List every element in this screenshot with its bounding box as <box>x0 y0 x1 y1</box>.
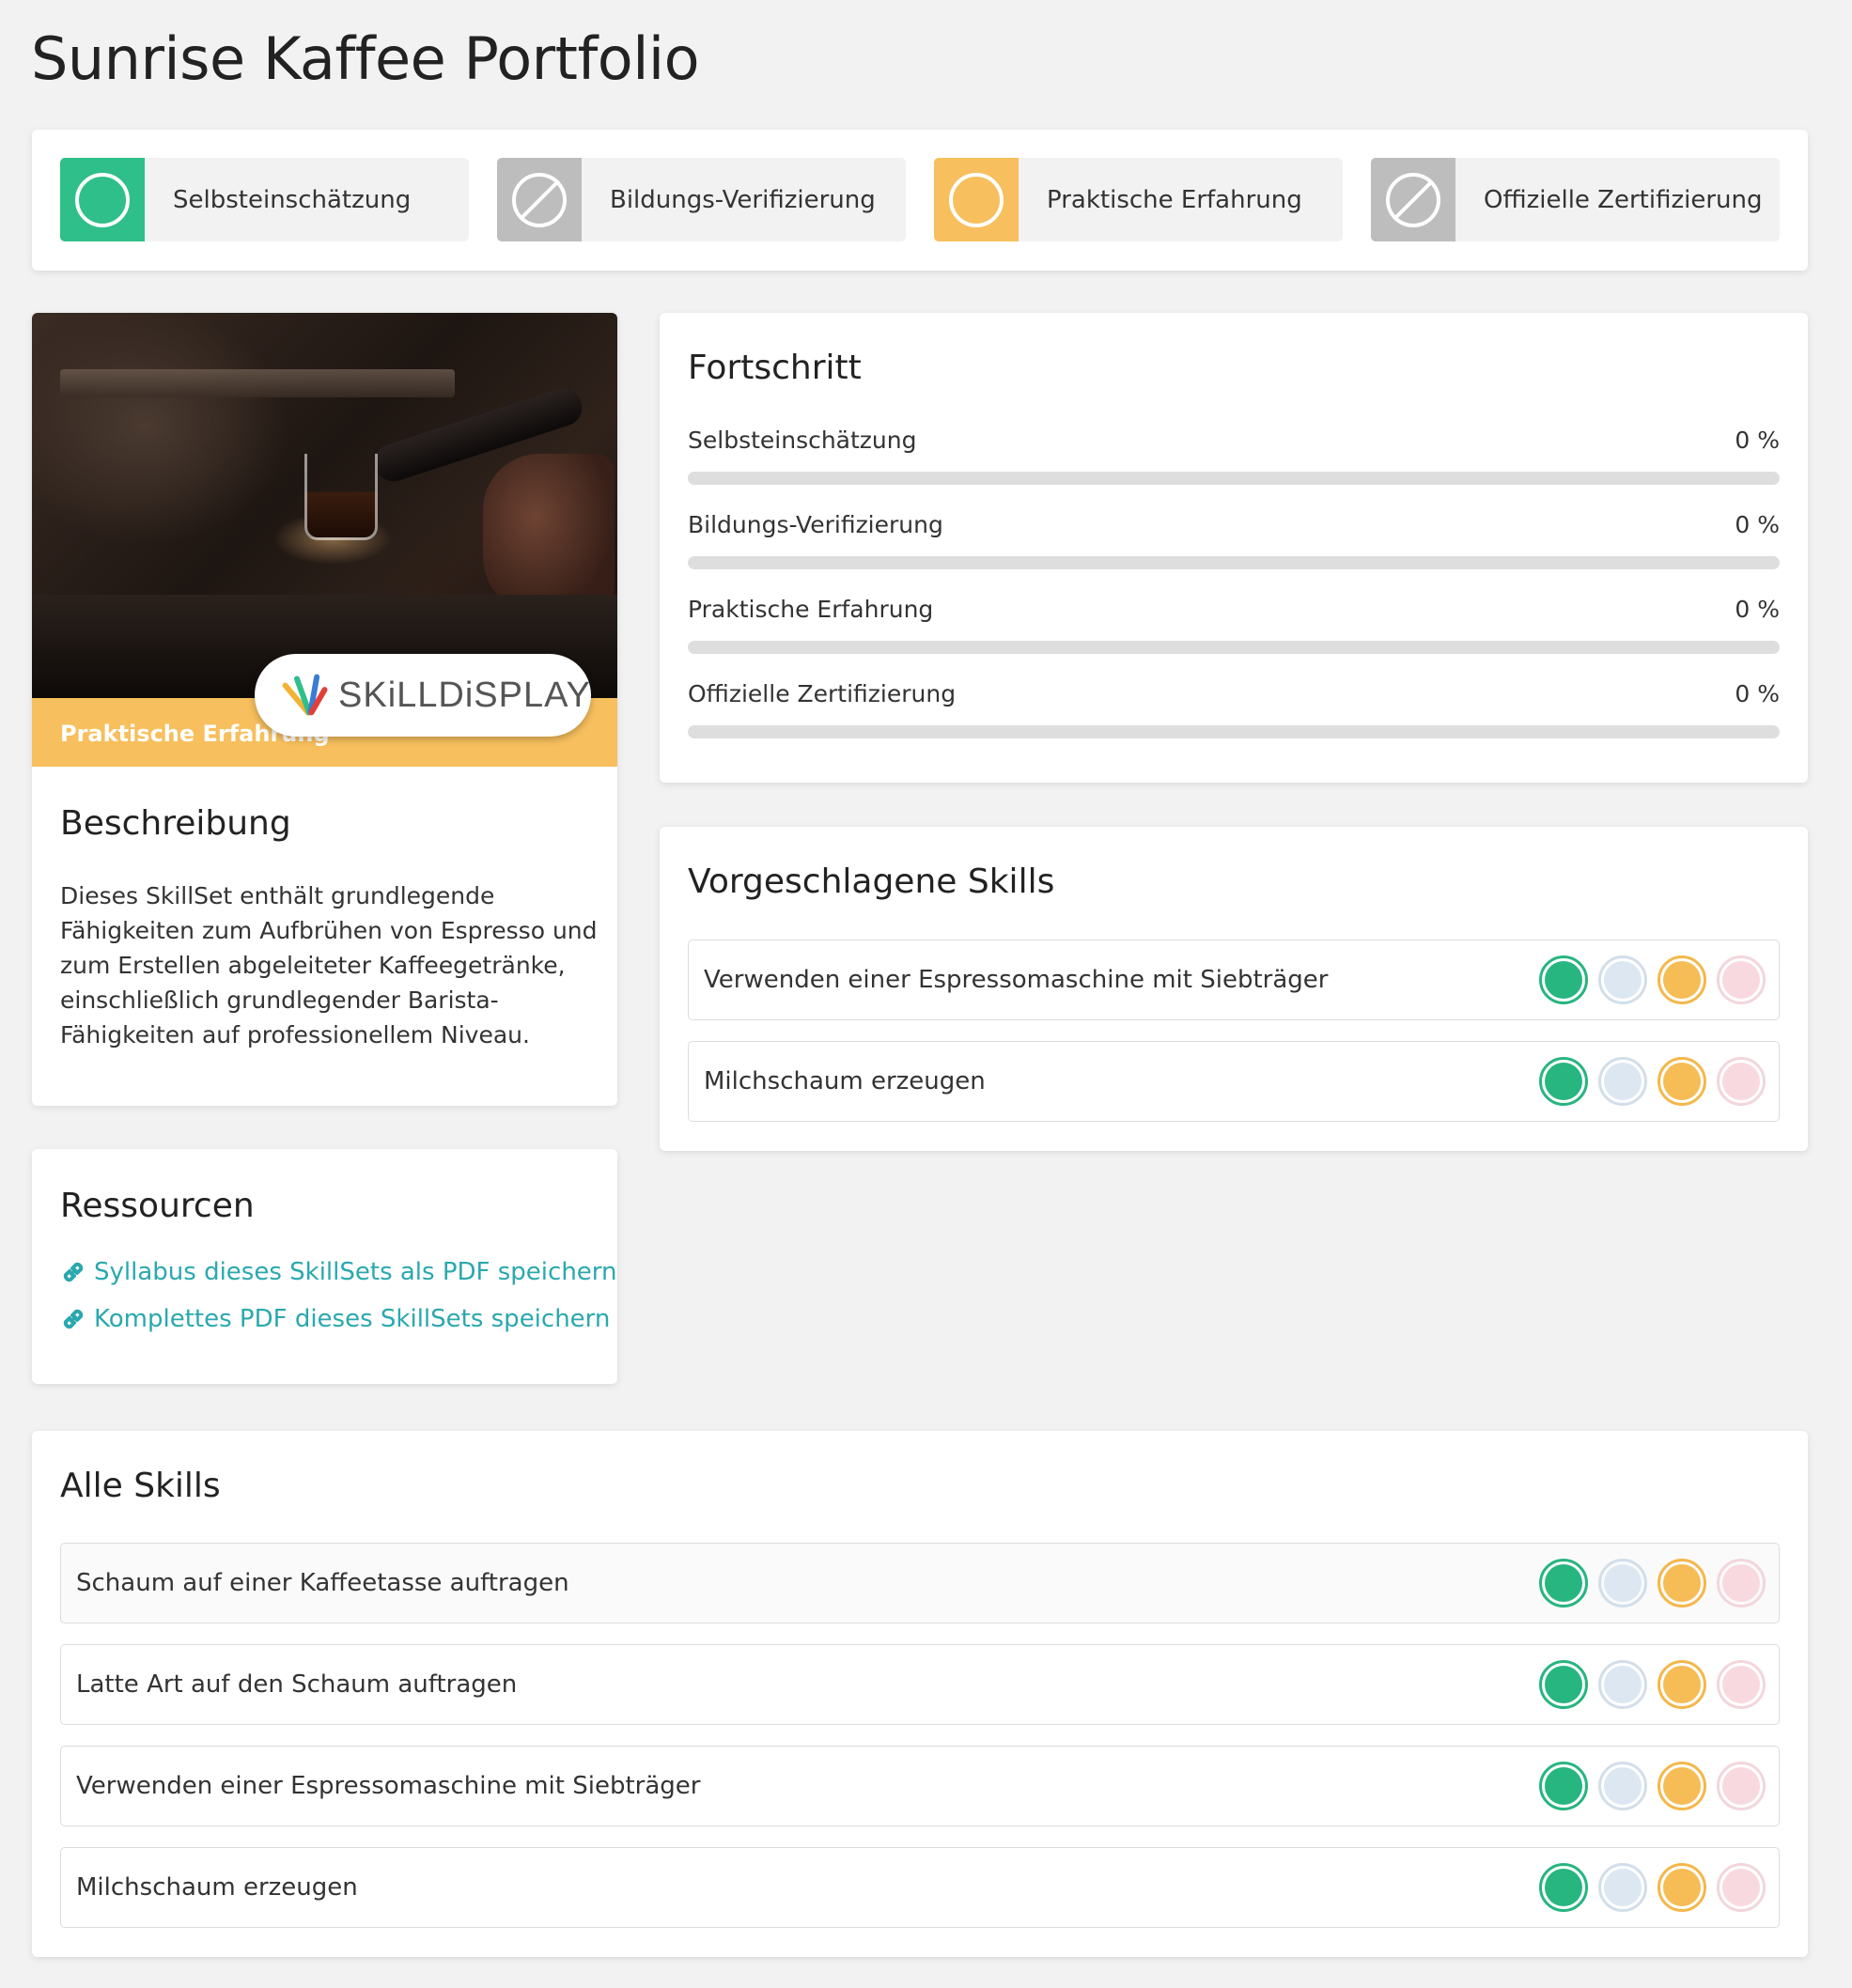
no-entry-icon <box>497 158 582 241</box>
skill-level-indicators <box>1539 1863 1766 1912</box>
skillset-card: Praktische Erfahrung SKiLLDiSPLAY Beschr… <box>32 313 617 1106</box>
practical-level-icon[interactable] <box>1657 1057 1706 1106</box>
progress-row-education: Bildungs-Verifizierung 0 % <box>688 511 1780 569</box>
skillset-hero-image <box>32 313 617 698</box>
suggested-skill-row[interactable]: Milchschaum erzeugen <box>688 1041 1780 1122</box>
progress-value: 0 % <box>1735 427 1780 454</box>
link-icon <box>60 1306 86 1332</box>
certification-level-icon[interactable] <box>1717 1660 1766 1709</box>
progress-label: Bildungs-Verifizierung <box>688 511 943 538</box>
skilldisplay-logo-text: SKiLLDiSPLAY <box>338 675 591 715</box>
full-pdf-link[interactable]: Komplettes PDF dieses SkillSets speicher… <box>60 1305 610 1333</box>
self-assessment-level-icon[interactable] <box>1539 1863 1588 1912</box>
skill-level-indicators <box>1539 1057 1766 1106</box>
skill-row[interactable]: Schaum auf einer Kaffeetasse auftragen <box>60 1543 1780 1623</box>
self-assessment-level-icon[interactable] <box>1539 1762 1588 1810</box>
practical-level-icon[interactable] <box>1657 1559 1706 1607</box>
certification-level-icon[interactable] <box>1717 1559 1766 1607</box>
resources-card: Ressourcen Syllabus dieses SkillSets als… <box>32 1149 617 1384</box>
progress-heading: Fortschritt <box>688 349 862 387</box>
progress-label: Offizielle Zertifizierung <box>688 680 957 707</box>
progress-value: 0 % <box>1735 680 1780 707</box>
link-icon <box>60 1259 86 1285</box>
education-level-icon[interactable] <box>1598 1660 1647 1709</box>
tile-label: Offizielle Zertifizierung <box>1484 185 1763 214</box>
education-level-icon[interactable] <box>1598 1559 1647 1607</box>
practical-level-icon[interactable] <box>1657 955 1706 1004</box>
syllabus-pdf-link-label: Syllabus dieses SkillSets als PDF speich… <box>94 1258 617 1286</box>
certification-level-icon[interactable] <box>1717 1762 1766 1810</box>
description-text: Dieses SkillSet enthält grundlegende Fäh… <box>60 882 598 1048</box>
progress-bar <box>688 472 1780 485</box>
circle-icon <box>60 158 145 241</box>
full-pdf-link-label: Komplettes PDF dieses SkillSets speicher… <box>94 1305 611 1333</box>
skill-row[interactable]: Milchschaum erzeugen <box>60 1847 1780 1928</box>
progress-label: Praktische Erfahrung <box>688 596 934 623</box>
progress-card: Fortschritt Selbsteinschätzung 0 % Bildu… <box>660 313 1808 783</box>
skill-label: Schaum auf einer Kaffeetasse auftragen <box>76 1569 569 1597</box>
skill-label: Latte Art auf den Schaum auftragen <box>76 1670 518 1699</box>
education-level-icon[interactable] <box>1598 1762 1647 1810</box>
skill-label: Milchschaum erzeugen <box>704 1067 986 1095</box>
tile-education-verification[interactable]: Bildungs-Verifizierung <box>497 158 906 241</box>
tile-practical-experience[interactable]: Praktische Erfahrung <box>934 158 1343 241</box>
skill-level-indicators <box>1539 1559 1766 1607</box>
page-title: Sunrise Kaffee Portfolio <box>31 24 700 93</box>
tile-label: Praktische Erfahrung <box>1047 185 1302 214</box>
education-level-icon[interactable] <box>1598 1057 1647 1106</box>
progress-value: 0 % <box>1735 596 1780 623</box>
certification-level-icon[interactable] <box>1717 1863 1766 1912</box>
tile-label: Selbsteinschätzung <box>173 185 412 214</box>
progress-row-certification: Offizielle Zertifizierung 0 % <box>688 680 1780 738</box>
no-entry-icon <box>1371 158 1455 241</box>
skill-level-indicators <box>1539 1660 1766 1709</box>
progress-bar <box>688 725 1780 738</box>
progress-row-self-assessment: Selbsteinschätzung 0 % <box>688 427 1780 485</box>
all-skills-heading: Alle Skills <box>60 1467 221 1505</box>
skill-label: Milchschaum erzeugen <box>76 1873 358 1902</box>
practical-level-icon[interactable] <box>1657 1863 1706 1912</box>
skill-level-indicators <box>1539 955 1766 1004</box>
practical-level-icon[interactable] <box>1657 1660 1706 1709</box>
verification-levels-panel: Selbsteinschätzung Bildungs-Verifizierun… <box>32 130 1808 271</box>
suggested-skills-heading: Vorgeschlagene Skills <box>688 862 1055 901</box>
tile-label: Bildungs-Verifizierung <box>610 185 876 214</box>
suggested-skill-row[interactable]: Verwenden einer Espressomaschine mit Sie… <box>688 940 1780 1020</box>
skill-row[interactable]: Latte Art auf den Schaum auftragen <box>60 1644 1780 1725</box>
skilldisplay-logo: SKiLLDiSPLAY <box>255 654 591 737</box>
certification-level-icon[interactable] <box>1717 1057 1766 1106</box>
self-assessment-level-icon[interactable] <box>1539 955 1588 1004</box>
progress-bar <box>688 641 1780 654</box>
practical-level-icon[interactable] <box>1657 1762 1706 1810</box>
resources-heading: Ressourcen <box>60 1187 255 1225</box>
circle-icon <box>934 158 1019 241</box>
progress-label: Selbsteinschätzung <box>688 427 917 454</box>
self-assessment-level-icon[interactable] <box>1539 1057 1588 1106</box>
skill-label: Verwenden einer Espressomaschine mit Sie… <box>704 966 1329 994</box>
self-assessment-level-icon[interactable] <box>1539 1660 1588 1709</box>
self-assessment-level-icon[interactable] <box>1539 1559 1588 1607</box>
description-heading: Beschreibung <box>60 804 291 843</box>
education-level-icon[interactable] <box>1598 955 1647 1004</box>
skill-level-indicators <box>1539 1762 1766 1810</box>
all-skills-card: Alle Skills Schaum auf einer Kaffeetasse… <box>32 1431 1808 1957</box>
progress-row-practical: Praktische Erfahrung 0 % <box>688 596 1780 654</box>
progress-value: 0 % <box>1735 511 1780 538</box>
tile-official-certification[interactable]: Offizielle Zertifizierung <box>1371 158 1780 241</box>
certification-level-icon[interactable] <box>1717 955 1766 1004</box>
progress-bar <box>688 556 1780 569</box>
skill-label: Verwenden einer Espressomaschine mit Sie… <box>76 1772 701 1800</box>
education-level-icon[interactable] <box>1598 1863 1647 1912</box>
tile-self-assessment[interactable]: Selbsteinschätzung <box>60 158 469 241</box>
skilldisplay-logo-icon <box>281 670 335 721</box>
syllabus-pdf-link[interactable]: Syllabus dieses SkillSets als PDF speich… <box>60 1258 617 1286</box>
skill-row[interactable]: Verwenden einer Espressomaschine mit Sie… <box>60 1746 1780 1826</box>
suggested-skills-card: Vorgeschlagene Skills Verwenden einer Es… <box>660 827 1808 1151</box>
